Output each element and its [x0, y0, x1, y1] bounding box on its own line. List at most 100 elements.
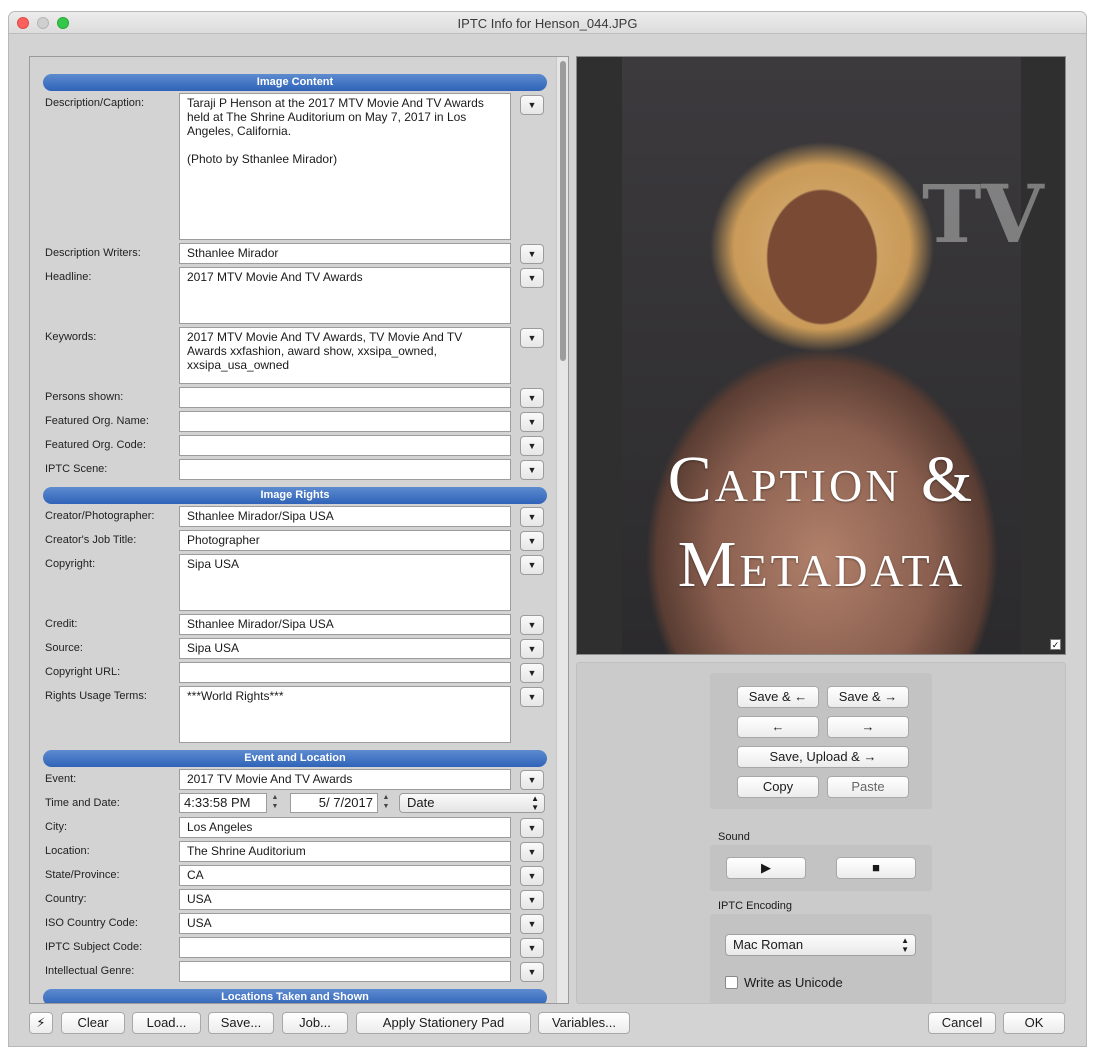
overlay-text-line2: Metadata: [677, 528, 966, 601]
location-dropdown[interactable]: ▼: [520, 842, 544, 862]
creator-field[interactable]: Sthanlee Mirador/Sipa USA: [179, 506, 511, 527]
save-previous-button[interactable]: Save & ←: [737, 686, 819, 708]
keywords-label: Keywords:: [45, 331, 97, 343]
copyright-url-field[interactable]: [179, 662, 511, 683]
date-field[interactable]: 5/ 7/2017: [290, 793, 378, 813]
cancel-button[interactable]: Cancel: [928, 1012, 996, 1034]
iptc-subject-label: IPTC Subject Code:: [45, 941, 143, 953]
featured-org-code-field[interactable]: [179, 435, 511, 456]
section-event-location[interactable]: Event and Location: [43, 750, 547, 767]
form-scroll-thumb[interactable]: [560, 61, 566, 361]
featured-org-name-field[interactable]: [179, 411, 511, 432]
event-dropdown[interactable]: ▼: [520, 770, 544, 790]
headline-dropdown[interactable]: ▼: [520, 268, 544, 288]
source-dropdown[interactable]: ▼: [520, 639, 544, 659]
job-button[interactable]: Job...: [282, 1012, 348, 1034]
city-dropdown[interactable]: ▼: [520, 818, 544, 838]
iso-country-field[interactable]: USA: [179, 913, 511, 934]
apply-stationery-button[interactable]: Apply Stationery Pad: [356, 1012, 531, 1034]
flash-button[interactable]: ⚡: [29, 1012, 53, 1034]
source-field[interactable]: Sipa USA: [179, 638, 511, 659]
stop-sound-button[interactable]: ■: [836, 857, 916, 879]
iptc-form-panel: Image Content Description/Caption: Taraj…: [29, 56, 569, 1004]
title-bar: IPTC Info for Henson_044.JPG: [9, 12, 1086, 34]
select-arrows-icon: ▲ ▼: [901, 936, 909, 954]
creator-dropdown[interactable]: ▼: [520, 507, 544, 527]
headline-field[interactable]: 2017 MTV Movie And TV Awards: [179, 267, 511, 324]
country-field[interactable]: USA: [179, 889, 511, 910]
iptc-subject-field[interactable]: [179, 937, 511, 958]
clear-button[interactable]: Clear: [61, 1012, 125, 1034]
rights-usage-terms-field[interactable]: ***World Rights***: [179, 686, 511, 743]
form-scrollbar[interactable]: [556, 57, 568, 1003]
iso-country-dropdown[interactable]: ▼: [520, 914, 544, 934]
description-writers-label: Description Writers:: [45, 247, 141, 259]
description-caption-label: Description/Caption:: [45, 97, 145, 109]
sound-group: ▶ ■: [710, 845, 932, 891]
variables-button[interactable]: Variables...: [538, 1012, 630, 1034]
image-preview[interactable]: TV Caption & Metadata ✓: [576, 56, 1066, 655]
city-field[interactable]: Los Angeles: [179, 817, 511, 838]
section-image-rights[interactable]: Image Rights: [43, 487, 547, 504]
keywords-field[interactable]: 2017 MTV Movie And TV Awards, TV Movie A…: [179, 327, 511, 384]
featured-org-name-label: Featured Org. Name:: [45, 415, 149, 427]
creator-job-title-label: Creator's Job Title:: [45, 534, 137, 546]
creator-job-title-dropdown[interactable]: ▼: [520, 531, 544, 551]
intellectual-genre-field[interactable]: [179, 961, 511, 982]
featured-org-name-dropdown[interactable]: ▼: [520, 412, 544, 432]
rights-usage-terms-label: Rights Usage Terms:: [45, 690, 147, 702]
load-button[interactable]: Load...: [132, 1012, 201, 1034]
state-field[interactable]: CA: [179, 865, 511, 886]
description-caption-field[interactable]: Taraji P Henson at the 2017 MTV Movie An…: [179, 93, 511, 240]
description-caption-dropdown[interactable]: ▼: [520, 95, 544, 115]
section-image-content[interactable]: Image Content: [43, 74, 547, 91]
ok-button[interactable]: OK: [1003, 1012, 1065, 1034]
copyright-label: Copyright:: [45, 558, 96, 570]
previous-button[interactable]: ←: [737, 716, 819, 738]
time-stepper[interactable]: ▲ ▼: [269, 793, 281, 813]
description-writers-field[interactable]: Sthanlee Mirador: [179, 243, 511, 264]
preview-checkbox[interactable]: ✓: [1050, 639, 1061, 650]
controls-area: Save & ← Save & → ← → Save, Upload & → C…: [576, 662, 1066, 1004]
copy-button[interactable]: Copy: [737, 776, 819, 798]
creator-job-title-field[interactable]: Photographer: [179, 530, 511, 551]
date-stepper[interactable]: ▲ ▼: [380, 793, 392, 813]
overlay-text-line1: Caption &: [667, 443, 976, 516]
encoding-group: Mac Roman ▲ ▼ Write as Unicode: [710, 914, 932, 1004]
country-dropdown[interactable]: ▼: [520, 890, 544, 910]
write-unicode-checkbox[interactable]: [725, 976, 738, 989]
play-sound-button[interactable]: ▶: [726, 857, 806, 879]
intellectual-genre-dropdown[interactable]: ▼: [520, 962, 544, 982]
iptc-scene-dropdown[interactable]: ▼: [520, 460, 544, 480]
save-upload-next-button[interactable]: Save, Upload & →: [737, 746, 909, 768]
featured-org-code-dropdown[interactable]: ▼: [520, 436, 544, 456]
copyright-dropdown[interactable]: ▼: [520, 555, 544, 575]
rights-usage-terms-dropdown[interactable]: ▼: [520, 687, 544, 707]
date-mode-select[interactable]: Date ▲ ▼: [399, 793, 545, 813]
credit-field[interactable]: Sthanlee Mirador/Sipa USA: [179, 614, 511, 635]
copyright-field[interactable]: Sipa USA: [179, 554, 511, 611]
persons-shown-dropdown[interactable]: ▼: [520, 388, 544, 408]
event-field[interactable]: 2017 TV Movie And TV Awards: [179, 769, 511, 790]
persons-shown-label: Persons shown:: [45, 391, 124, 403]
section-locations-taken[interactable]: Locations Taken and Shown: [43, 989, 547, 1003]
iptc-scene-field[interactable]: [179, 459, 511, 480]
time-date-label: Time and Date:: [45, 797, 120, 809]
copyright-url-label: Copyright URL:: [45, 666, 121, 678]
paste-button[interactable]: Paste: [827, 776, 909, 798]
location-field[interactable]: The Shrine Auditorium: [179, 841, 511, 862]
persons-shown-field[interactable]: [179, 387, 511, 408]
time-field[interactable]: 4:33:58 PM: [179, 793, 267, 813]
iptc-subject-dropdown[interactable]: ▼: [520, 938, 544, 958]
keywords-dropdown[interactable]: ▼: [520, 328, 544, 348]
credit-dropdown[interactable]: ▼: [520, 615, 544, 635]
save-next-button[interactable]: Save & →: [827, 686, 909, 708]
next-button[interactable]: →: [827, 716, 909, 738]
state-dropdown[interactable]: ▼: [520, 866, 544, 886]
featured-org-code-label: Featured Org. Code:: [45, 439, 146, 451]
select-arrows-icon: ▲ ▼: [531, 794, 539, 812]
description-writers-dropdown[interactable]: ▼: [520, 244, 544, 264]
copyright-url-dropdown[interactable]: ▼: [520, 663, 544, 683]
save-button[interactable]: Save...: [208, 1012, 274, 1034]
encoding-select[interactable]: Mac Roman ▲ ▼: [725, 934, 916, 956]
